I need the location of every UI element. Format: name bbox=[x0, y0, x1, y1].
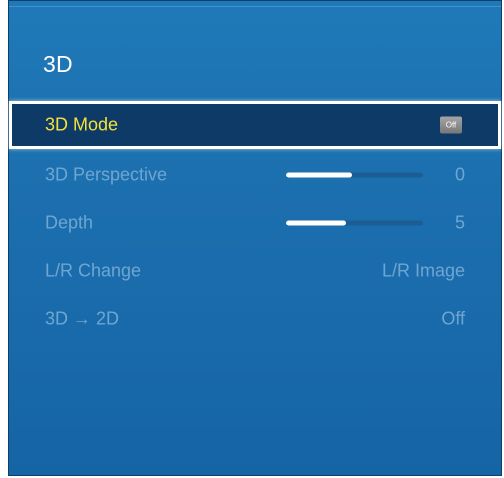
menu-item-lr-change[interactable]: L/R Change L/R Image bbox=[9, 247, 501, 295]
menu-title: 3D bbox=[43, 51, 73, 77]
menu-item-value: 5 bbox=[454, 212, 465, 233]
menu-item-3d-mode[interactable]: 3D Mode Off bbox=[9, 101, 501, 149]
menu-item-value: Off bbox=[441, 308, 465, 329]
menu-item-label: 3D → 2D bbox=[45, 308, 120, 329]
menu-item-label: Depth bbox=[45, 212, 94, 233]
menu-item-label: 3D Perspective bbox=[45, 164, 168, 185]
perspective-slider-fill bbox=[286, 172, 352, 178]
menu-item-value: 0 bbox=[454, 164, 465, 185]
menu-item-depth[interactable]: Depth 5 bbox=[9, 199, 501, 247]
depth-slider bbox=[286, 220, 423, 226]
off-toggle-badge: Off bbox=[440, 116, 462, 134]
perspective-slider bbox=[286, 172, 423, 178]
menu-item-label: L/R Change bbox=[45, 260, 142, 281]
menu-item-label: 3D Mode bbox=[45, 114, 119, 135]
3d-settings-panel: 3D 3D Mode Off 3D Perspective 0 Depth 5 … bbox=[8, 0, 502, 476]
menu-item-value: L/R Image bbox=[381, 260, 465, 281]
panel-top-divider bbox=[9, 6, 501, 7]
menu-item-3d-perspective[interactable]: 3D Perspective 0 bbox=[9, 151, 501, 199]
depth-slider-fill bbox=[286, 220, 347, 226]
menu-item-3d-to-2d[interactable]: 3D → 2D Off bbox=[9, 295, 501, 343]
